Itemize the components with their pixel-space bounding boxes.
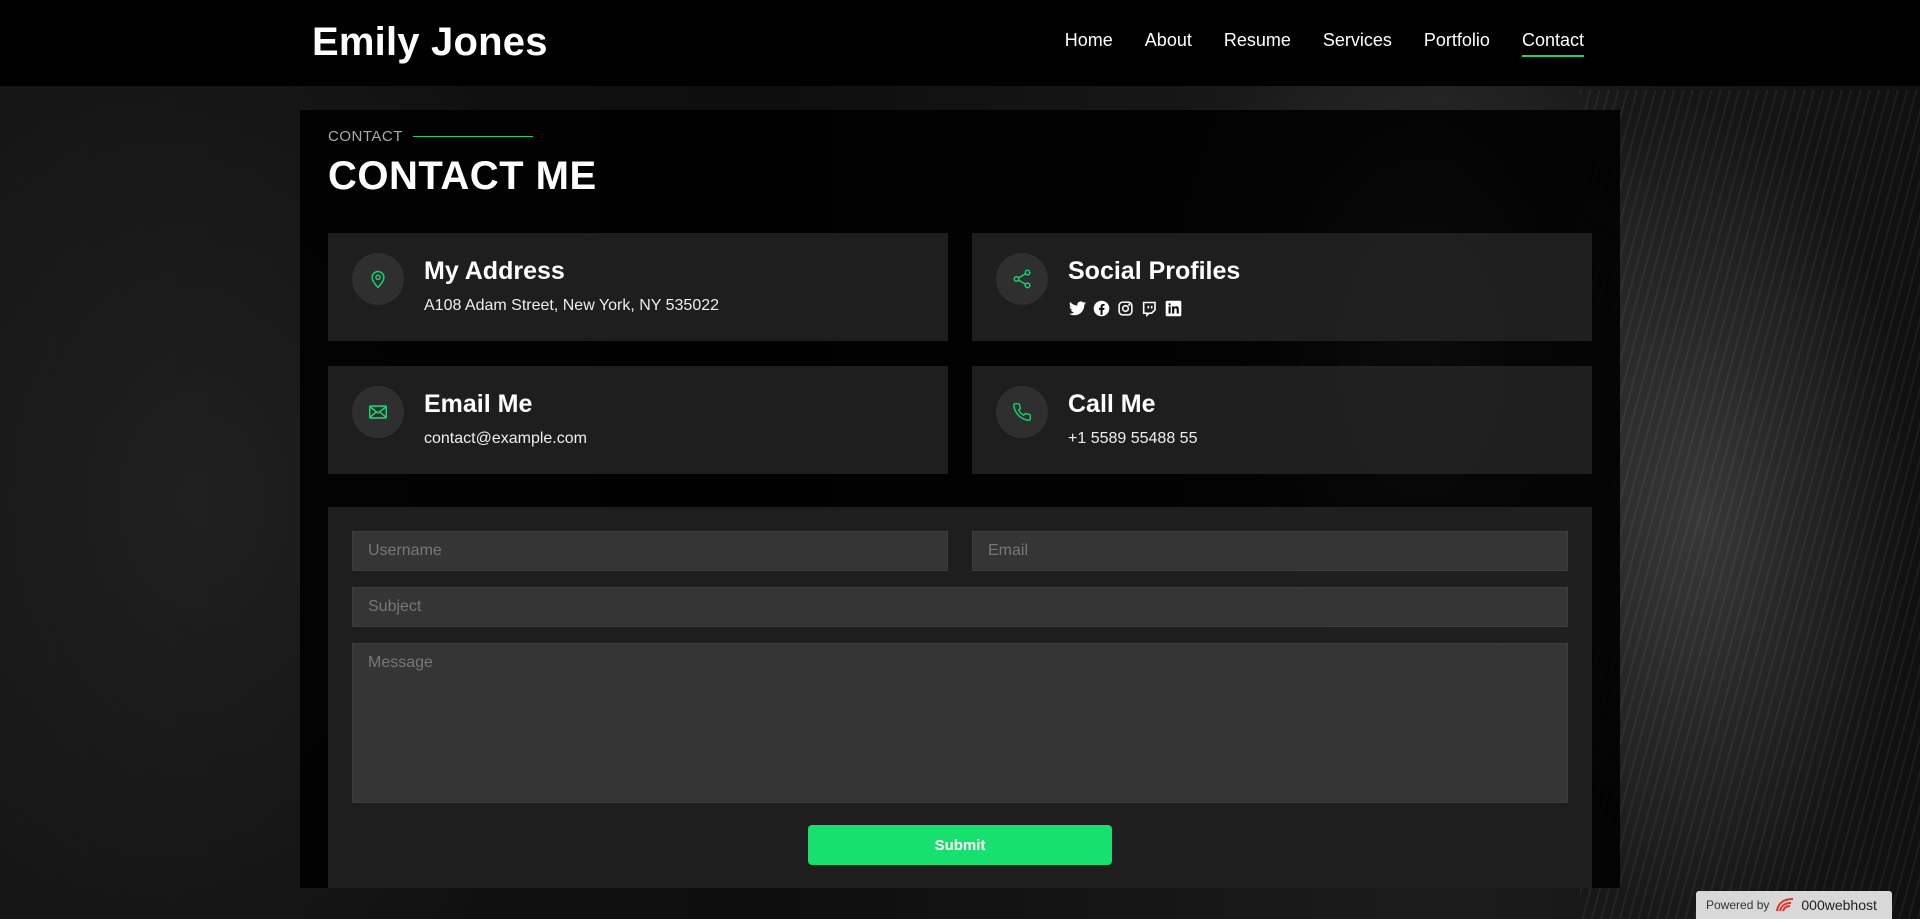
email-text[interactable]: contact@example.com	[424, 430, 587, 448]
nav-resume[interactable]: Resume	[1224, 30, 1291, 57]
site-header: Emily Jones Home About Resume Services P…	[0, 0, 1920, 86]
powered-by-label: Powered by	[1706, 898, 1770, 912]
background-hair-texture	[1580, 90, 1920, 919]
email-title: Email Me	[424, 390, 533, 418]
linkedin-icon[interactable]	[1164, 299, 1182, 317]
social-title: Social Profiles	[1068, 257, 1241, 285]
nav-portfolio[interactable]: Portfolio	[1424, 30, 1490, 57]
envelope-icon	[352, 386, 404, 438]
social-card: Social Profiles	[972, 233, 1592, 341]
contact-form: Username Email Subject Message Submit	[328, 507, 1592, 888]
username-input[interactable]: Username	[352, 531, 948, 571]
phone-card: Call Me +1 5589 55488 55	[972, 366, 1592, 474]
nav-contact[interactable]: Contact	[1521, 30, 1584, 57]
submit-button[interactable]: Submit	[808, 825, 1112, 865]
section-title: CONTACT ME	[328, 154, 597, 198]
message-textarea[interactable]: Message	[352, 643, 1568, 803]
section-label-line	[412, 136, 533, 137]
facebook-icon[interactable]	[1092, 299, 1110, 317]
instagram-icon[interactable]	[1116, 299, 1134, 317]
site-logo[interactable]: Emily Jones	[312, 20, 548, 65]
phone-text[interactable]: +1 5589 55488 55	[1068, 430, 1197, 448]
nav-about[interactable]: About	[1145, 30, 1192, 57]
nav-services[interactable]: Services	[1323, 30, 1392, 57]
address-text: A108 Adam Street, New York, NY 535022	[424, 297, 720, 314]
social-links	[1068, 299, 1182, 317]
section-label: CONTACT	[328, 128, 533, 145]
address-title: My Address	[424, 257, 565, 285]
webhost-logo-icon	[1776, 898, 1794, 912]
nav-home[interactable]: Home	[1065, 30, 1113, 57]
subject-input[interactable]: Subject	[352, 587, 1568, 627]
email-input[interactable]: Email	[972, 531, 1568, 571]
twitter-icon[interactable]	[1068, 299, 1086, 317]
powered-by-badge[interactable]: Powered by 000webhost	[1696, 891, 1892, 919]
twitch-icon[interactable]	[1140, 299, 1158, 317]
phone-title: Call Me	[1068, 390, 1156, 418]
share-icon	[996, 253, 1048, 305]
email-card: Email Me contact@example.com	[328, 366, 948, 474]
phone-icon	[996, 386, 1048, 438]
webhost-name: 000webhost	[1801, 897, 1877, 913]
address-card: My Address A108 Adam Street, New York, N…	[328, 233, 948, 341]
contact-section: CONTACT CONTACT ME My Address A108 Adam …	[300, 110, 1620, 888]
map-pin-icon	[352, 253, 404, 305]
main-nav: Home About Resume Services Portfolio Con…	[1033, 30, 1584, 57]
